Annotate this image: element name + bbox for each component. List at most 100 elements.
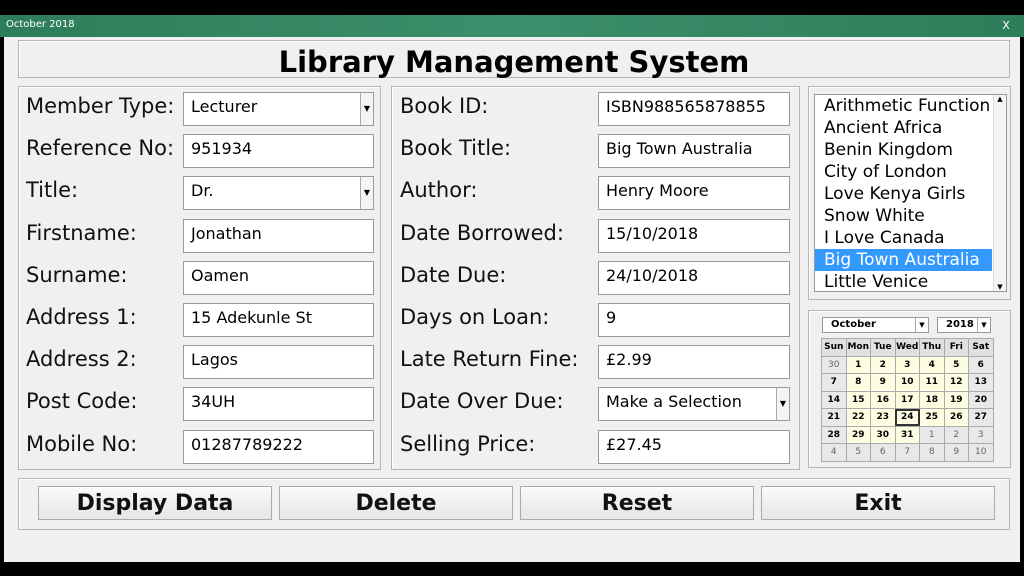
calendar-day[interactable]: 10: [894, 373, 920, 392]
calendar-day[interactable]: 14: [821, 390, 847, 409]
calendar-day[interactable]: 3: [894, 355, 920, 374]
calendar-day[interactable]: 10: [968, 443, 994, 462]
calendar-day[interactable]: 28: [821, 425, 847, 444]
chevron-down-icon[interactable]: ▼: [360, 93, 373, 125]
scroll-down-icon[interactable]: ▼: [994, 283, 1006, 291]
delete-button[interactable]: Delete: [279, 486, 513, 520]
calendar-day[interactable]: 12: [943, 373, 969, 392]
list-item[interactable]: I Love Canada: [815, 227, 992, 249]
calendar-day[interactable]: 8: [845, 373, 871, 392]
calendar-day[interactable]: 31: [894, 425, 920, 444]
list-item[interactable]: Arithmetic Function: [815, 95, 992, 117]
calendar-day[interactable]: 20: [968, 390, 994, 409]
reference-no-field[interactable]: 951934: [183, 134, 374, 169]
book-title-field[interactable]: Big Town Australia: [598, 134, 790, 169]
page-title: Library Management System: [278, 45, 750, 79]
calendar-day[interactable]: 16: [870, 390, 896, 409]
reference-no-label: Reference No:: [26, 136, 175, 161]
calendar-day[interactable]: 30: [821, 355, 847, 374]
calendar-day[interactable]: 13: [968, 373, 994, 392]
calendar-day[interactable]: 30: [870, 425, 896, 444]
late-return-fine-field[interactable]: £2.99: [598, 345, 790, 380]
calendar-day[interactable]: 6: [870, 443, 896, 462]
list-item[interactable]: Benin Kingdom: [815, 139, 992, 161]
calendar-day[interactable]: 9: [870, 373, 896, 392]
calendar-day[interactable]: 4: [821, 443, 847, 462]
calendar-day[interactable]: 1: [845, 355, 871, 374]
date-borrowed-field[interactable]: 15/10/2018: [598, 218, 790, 253]
author-value: Henry Moore: [606, 181, 709, 201]
calendar-day[interactable]: 15: [845, 390, 871, 409]
calendar-day[interactable]: 5: [943, 355, 969, 374]
month-select[interactable]: October ▼: [822, 317, 929, 333]
chevron-down-icon[interactable]: ▼: [360, 177, 373, 210]
calendar-day[interactable]: 4: [919, 355, 945, 374]
chevron-down-icon[interactable]: ▼: [776, 388, 789, 421]
surname-field[interactable]: Oamen: [183, 260, 374, 295]
calendar-day[interactable]: 27: [968, 408, 994, 427]
date-over-due-value: Make a Selection: [606, 392, 742, 412]
year-value: 2018: [946, 319, 974, 330]
exit-button[interactable]: Exit: [761, 486, 995, 520]
calendar-day[interactable]: 17: [894, 390, 920, 409]
book-title-label: Book Title:: [400, 136, 512, 161]
title-field[interactable]: Dr. ▼: [183, 176, 374, 211]
calendar-day[interactable]: 21: [821, 408, 847, 427]
year-select[interactable]: 2018 ▼: [937, 317, 991, 333]
calendar-day[interactable]: 29: [845, 425, 871, 444]
calendar-day[interactable]: 2: [870, 355, 896, 374]
date-over-due-field[interactable]: Make a Selection ▼: [598, 387, 790, 422]
scrollbar[interactable]: ▲ ▼: [993, 95, 1006, 291]
calendar-day[interactable]: 11: [919, 373, 945, 392]
book-listbox[interactable]: ▲ ▼ Arithmetic Function Ancient Africa Beni…: [814, 94, 1007, 292]
calendar-day[interactable]: 25: [919, 408, 945, 427]
list-item[interactable]: Snow White: [815, 205, 992, 227]
post-code-field[interactable]: 34UH: [183, 387, 374, 422]
address-2-field[interactable]: Lagos: [183, 345, 374, 380]
calendar-day[interactable]: 2: [943, 425, 969, 444]
address-1-value: 15 Adekunle St: [191, 308, 312, 327]
weekday-header: Tue: [870, 338, 896, 357]
list-item[interactable]: Big Town Australia: [815, 249, 992, 271]
mobile-no-field[interactable]: 01287789222: [183, 429, 374, 464]
calendar-day[interactable]: 26: [943, 408, 969, 427]
calendar-day[interactable]: 6: [968, 355, 994, 374]
member-type-field[interactable]: Lecturer ▼: [183, 92, 374, 126]
scroll-up-icon[interactable]: ▲: [994, 95, 1006, 103]
weekday-header: Thu: [919, 338, 945, 357]
calendar-day[interactable]: 3: [968, 425, 994, 444]
calendar-day[interactable]: 9: [943, 443, 969, 462]
list-item[interactable]: Little Venice: [815, 271, 992, 293]
close-button[interactable]: X: [996, 17, 1016, 34]
firstname-value: Jonathan: [191, 223, 262, 243]
calendar-day[interactable]: 23: [870, 408, 896, 427]
calendar-day[interactable]: 18: [919, 390, 945, 409]
selling-price-field[interactable]: £27.45: [598, 429, 790, 464]
calendar-day[interactable]: 1: [919, 425, 945, 444]
book-id-label: Book ID:: [400, 94, 489, 118]
book-id-field[interactable]: ISBN988565878855: [598, 92, 790, 126]
date-due-field[interactable]: 24/10/2018: [598, 260, 790, 295]
weekday-header: Sun: [821, 338, 847, 357]
list-item[interactable]: Love Kenya Girls: [815, 183, 992, 205]
display-data-button[interactable]: Display Data: [38, 486, 272, 520]
calendar-day[interactable]: 5: [845, 443, 871, 462]
days-on-loan-field[interactable]: 9: [598, 303, 790, 337]
firstname-field[interactable]: Jonathan: [183, 218, 374, 253]
address-1-field[interactable]: 15 Adekunle St: [183, 303, 374, 337]
post-code-value: 34UH: [191, 392, 236, 412]
list-item[interactable]: Ancient Africa: [815, 117, 992, 139]
calendar-day[interactable]: 22: [845, 408, 871, 427]
chevron-down-icon: ▼: [915, 318, 928, 332]
chevron-down-icon: ▼: [977, 318, 990, 332]
reset-button[interactable]: Reset: [520, 486, 754, 520]
calendar-day[interactable]: 7: [821, 373, 847, 392]
calendar-day[interactable]: 24: [894, 408, 920, 427]
calendar-day[interactable]: 7: [894, 443, 920, 462]
list-item[interactable]: City of London: [815, 161, 992, 183]
header-panel: Library Management System: [18, 40, 1010, 79]
calendar-day[interactable]: 8: [919, 443, 945, 462]
calendar-day[interactable]: 19: [943, 390, 969, 409]
title-value: Dr.: [191, 181, 214, 201]
author-field[interactable]: Henry Moore: [598, 176, 790, 211]
